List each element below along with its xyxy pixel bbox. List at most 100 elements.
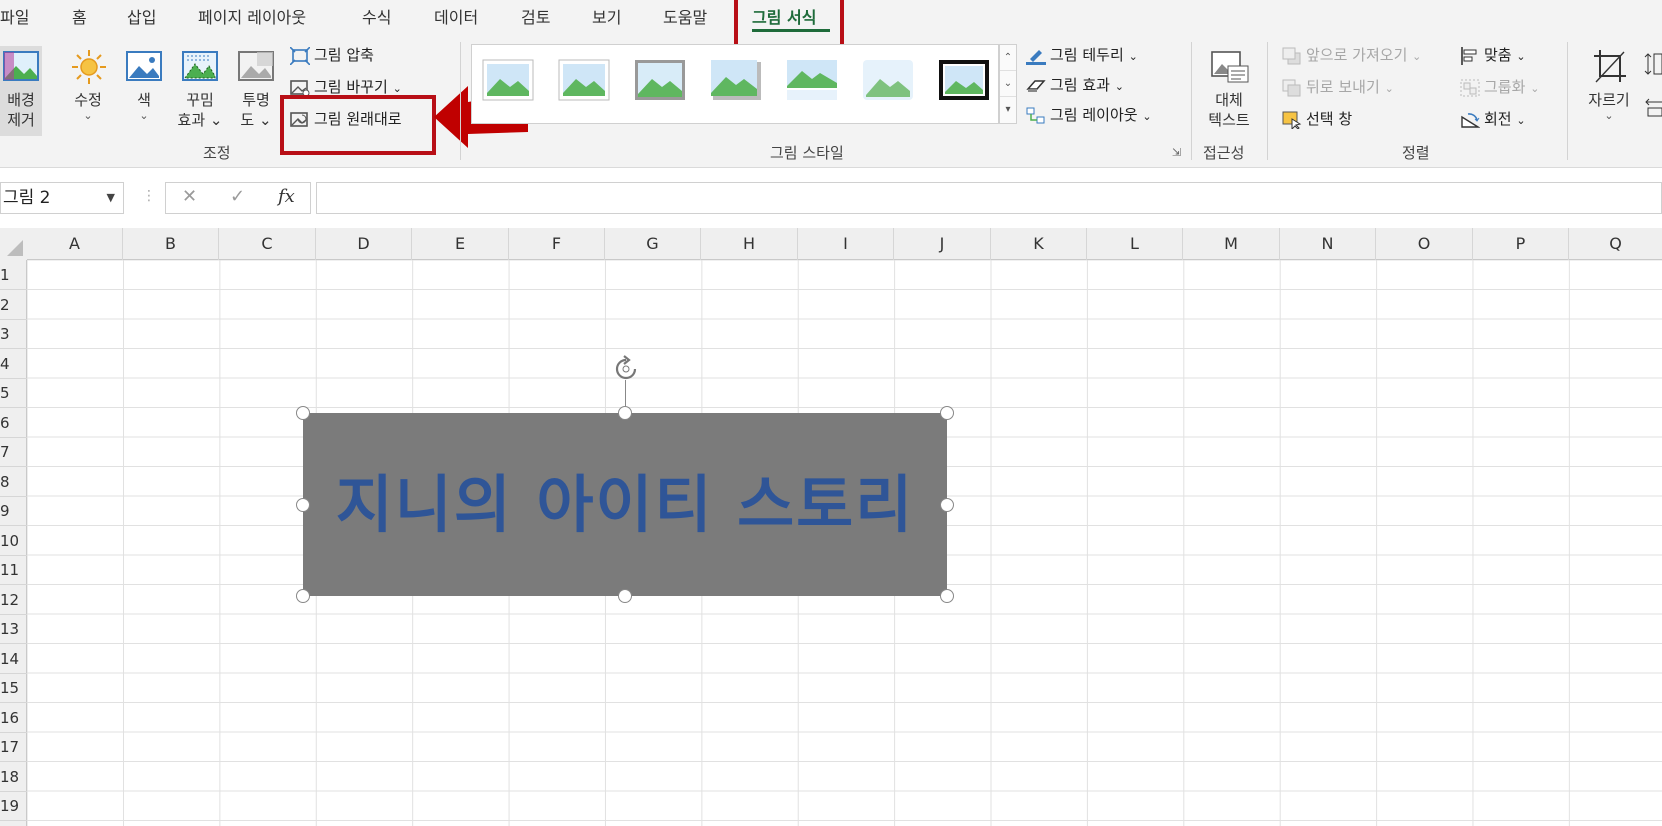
row-header[interactable]: 10: [0, 526, 27, 556]
resize-handle-bottom[interactable]: [618, 589, 632, 603]
column-header[interactable]: L: [1087, 228, 1183, 260]
column-header[interactable]: P: [1473, 228, 1569, 260]
send-backward-button[interactable]: 뒤로 보내기 ⌄: [1282, 75, 1394, 99]
picture-layout-button[interactable]: 그림 레이아웃 ⌄: [1026, 103, 1152, 127]
row-header[interactable]: 2: [0, 290, 27, 320]
tab-view[interactable]: 보기: [592, 4, 621, 28]
tab-file[interactable]: 파일: [0, 4, 29, 28]
crop-label: 자르기: [1588, 91, 1630, 109]
row-header[interactable]: 4: [0, 349, 27, 379]
group-objects-button[interactable]: 그룹화 ⌄: [1460, 75, 1539, 99]
tab-review[interactable]: 검토: [521, 4, 550, 28]
more-options-icon[interactable]: ⋮: [142, 188, 156, 204]
row-header[interactable]: 14: [0, 644, 27, 674]
alt-text-button[interactable]: 대체 텍스트: [1198, 46, 1260, 136]
gallery-scroll[interactable]: ⌃ ⌄ ▾: [999, 44, 1017, 124]
cancel-icon[interactable]: ✕: [182, 186, 197, 207]
column-header[interactable]: O: [1376, 228, 1473, 260]
style-thumb-reflected[interactable]: [786, 59, 838, 101]
chevron-down-icon[interactable]: ⌄: [1000, 71, 1016, 97]
column-header[interactable]: A: [27, 228, 123, 260]
column-header[interactable]: H: [701, 228, 798, 260]
column-header[interactable]: Q: [1569, 228, 1662, 260]
remove-background-button[interactable]: 배경 제거: [0, 46, 42, 136]
color-button[interactable]: 색 ⌄: [122, 46, 166, 136]
chevron-down-icon: ⌄: [1530, 82, 1540, 95]
column-header[interactable]: E: [412, 228, 509, 260]
tab-formulas[interactable]: 수식: [362, 4, 391, 28]
compress-icon: [289, 45, 311, 66]
row-header[interactable]: 12: [0, 585, 27, 615]
style-thumb-simple-frame[interactable]: [482, 59, 534, 101]
selected-picture[interactable]: 지니의 아이티 스토리: [303, 413, 947, 596]
resize-handle-left[interactable]: [296, 498, 310, 512]
chevron-up-icon[interactable]: ⌃: [1000, 45, 1016, 71]
resize-handle-right[interactable]: [940, 498, 954, 512]
row-header[interactable]: 6: [0, 408, 27, 438]
group-label-adjust: 조정: [203, 144, 231, 162]
bring-forward-button[interactable]: 앞으로 가져오기 ⌄: [1282, 43, 1421, 67]
row-header[interactable]: 5: [0, 378, 27, 408]
compress-pictures-button[interactable]: 그림 압축: [289, 43, 374, 67]
row-header[interactable]: 16: [0, 703, 27, 733]
rotate-button[interactable]: 회전 ⌄: [1460, 107, 1526, 131]
tab-data[interactable]: 데이터: [434, 4, 478, 28]
row-header[interactable]: 17: [0, 732, 27, 762]
style-thumb-beveled[interactable]: [558, 59, 610, 101]
row-header[interactable]: 8: [0, 467, 27, 497]
corrections-button[interactable]: 수정 ⌄: [62, 46, 114, 136]
column-header[interactable]: D: [316, 228, 412, 260]
column-header[interactable]: C: [219, 228, 316, 260]
column-header[interactable]: G: [605, 228, 701, 260]
picture-effects-button[interactable]: 그림 효과 ⌄: [1026, 73, 1124, 97]
row-header[interactable]: 18: [0, 762, 27, 792]
column-header[interactable]: B: [123, 228, 219, 260]
sun-icon: [72, 50, 106, 84]
align-button[interactable]: 맞춤 ⌄: [1460, 43, 1526, 67]
formula-input[interactable]: [316, 182, 1662, 214]
style-thumb-metal-frame[interactable]: [634, 59, 686, 101]
column-header[interactable]: K: [991, 228, 1087, 260]
name-box[interactable]: 그림 2 ▼: [0, 182, 124, 214]
selection-pane-button[interactable]: 선택 창: [1282, 107, 1352, 131]
row-header[interactable]: 13: [0, 614, 27, 644]
resize-handle-bottom-right[interactable]: [940, 589, 954, 603]
row-header[interactable]: 19: [0, 791, 27, 821]
row-header[interactable]: 9: [0, 496, 27, 526]
style-thumb-shadow[interactable]: [710, 59, 762, 101]
chevron-down-icon[interactable]: ▼: [107, 183, 115, 213]
enter-icon[interactable]: ✓: [230, 186, 245, 207]
select-all-corner[interactable]: [0, 228, 27, 260]
column-header[interactable]: I: [798, 228, 894, 260]
resize-handle-top[interactable]: [618, 406, 632, 420]
rotation-handle-icon[interactable]: [611, 354, 641, 384]
gallery-more-icon[interactable]: ▾: [1000, 97, 1016, 123]
resize-handle-bottom-left[interactable]: [296, 589, 310, 603]
tab-page-layout[interactable]: 페이지 레이아웃: [198, 4, 306, 28]
insert-function-icon[interactable]: fx: [278, 186, 295, 207]
column-header[interactable]: F: [509, 228, 605, 260]
column-header[interactable]: M: [1183, 228, 1280, 260]
resize-handle-top-left[interactable]: [296, 406, 310, 420]
send-backward-label: 뒤로 보내기: [1306, 78, 1380, 96]
crop-button[interactable]: 자르기 ⌄: [1580, 46, 1638, 136]
tab-home[interactable]: 홈: [72, 4, 87, 28]
picture-border-button[interactable]: 그림 테두리 ⌄: [1026, 43, 1138, 67]
row-header[interactable]: 1: [0, 260, 27, 290]
style-thumb-soft-edge[interactable]: [862, 59, 914, 101]
tab-help[interactable]: 도움말: [663, 4, 707, 28]
style-thumb-black-frame[interactable]: [938, 59, 990, 101]
size-height-width-icon[interactable]: [1644, 52, 1662, 122]
row-header[interactable]: 3: [0, 319, 27, 349]
transparency-button[interactable]: 투명 도 ⌄: [234, 46, 278, 136]
artistic-effects-button[interactable]: 꾸밈 효과 ⌄: [174, 46, 226, 136]
column-header[interactable]: J: [894, 228, 991, 260]
dialog-launcher-icon[interactable]: ⇲: [1172, 146, 1181, 159]
row-header[interactable]: 11: [0, 555, 27, 585]
name-box-value: 그림 2: [3, 188, 51, 208]
tab-insert[interactable]: 삽입: [127, 4, 156, 28]
row-header[interactable]: 15: [0, 673, 27, 703]
row-header[interactable]: 7: [0, 437, 27, 467]
column-header[interactable]: N: [1280, 228, 1376, 260]
resize-handle-top-right[interactable]: [940, 406, 954, 420]
